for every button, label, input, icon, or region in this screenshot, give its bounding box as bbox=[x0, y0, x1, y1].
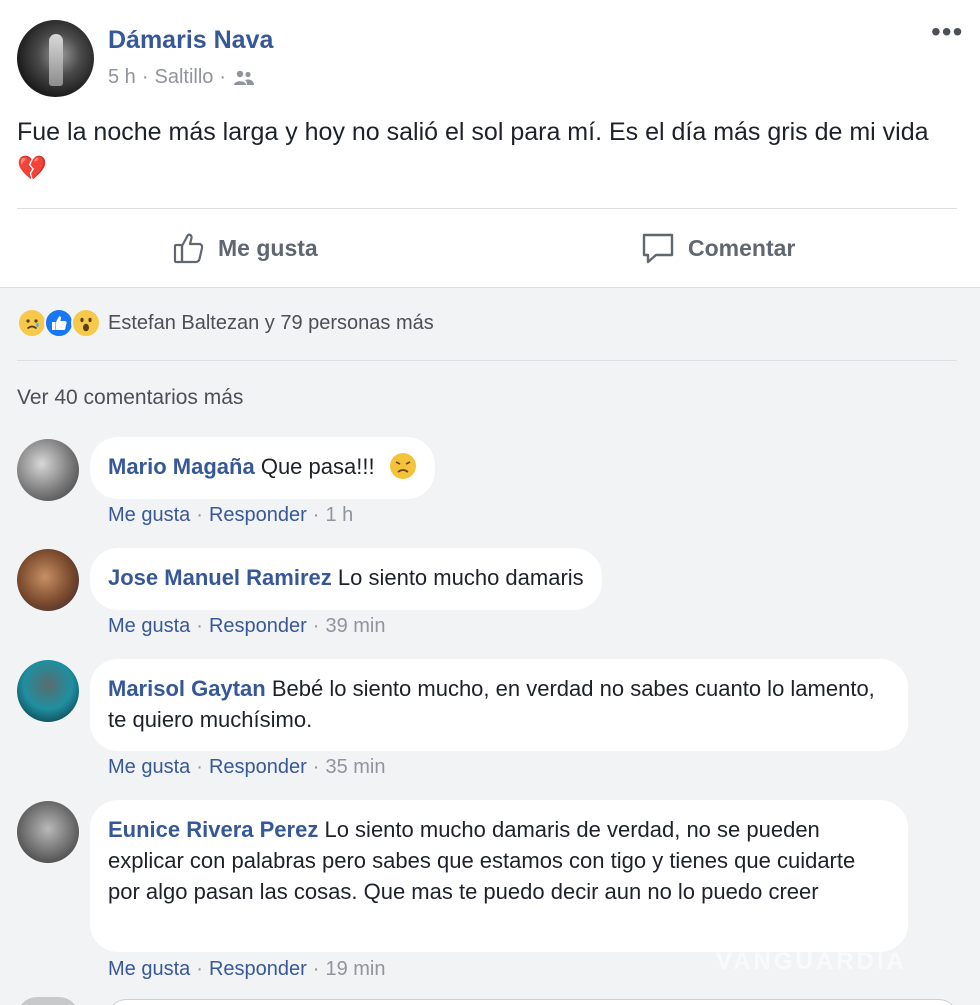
comment-reply-link[interactable]: Responder bbox=[209, 615, 307, 638]
separator: · bbox=[312, 958, 320, 980]
write-comment-input[interactable] bbox=[108, 999, 957, 1005]
separator: · bbox=[312, 756, 320, 778]
meta-separator: · bbox=[219, 66, 227, 88]
commenter-avatar[interactable] bbox=[17, 660, 79, 722]
post-author[interactable]: Dámaris Nava bbox=[108, 26, 273, 55]
separator: · bbox=[312, 615, 320, 637]
comment-reply-link[interactable]: Responder bbox=[209, 958, 307, 981]
comment-reply-link[interactable]: Responder bbox=[209, 756, 307, 779]
watermark: VANGUARDIA bbox=[716, 948, 907, 975]
post-time[interactable]: 5 h bbox=[108, 66, 136, 89]
wow-emoji-icon bbox=[71, 308, 101, 338]
reactions-summary[interactable]: Estefan Baltezan y 79 personas más bbox=[17, 308, 434, 338]
separator: · bbox=[196, 504, 203, 526]
comment-text: Que pasa!!! bbox=[260, 454, 375, 479]
like-emoji-icon bbox=[44, 308, 74, 338]
commenter-name[interactable]: Marisol Gaytan bbox=[108, 676, 266, 701]
commenter-avatar[interactable] bbox=[17, 439, 79, 501]
comment-like-link[interactable]: Me gusta bbox=[108, 504, 190, 527]
comment-label: Comentar bbox=[688, 234, 796, 261]
divider bbox=[17, 360, 957, 361]
author-avatar[interactable] bbox=[17, 20, 94, 97]
comment-like-link[interactable]: Me gusta bbox=[108, 615, 190, 638]
comment-button[interactable]: Comentar bbox=[640, 228, 795, 268]
commenter-avatar[interactable] bbox=[17, 549, 79, 611]
divider bbox=[17, 208, 957, 209]
comment-actions: Me gusta · Responder · 19 min bbox=[108, 958, 385, 981]
comment-bubble: Eunice Rivera Perez Lo siento mucho dama… bbox=[90, 800, 908, 952]
post-card: Dámaris Nava 5 h · Saltillo · ••• Fue la… bbox=[0, 0, 980, 288]
separator: · bbox=[196, 958, 203, 980]
like-button[interactable]: Me gusta bbox=[172, 228, 318, 268]
current-user-avatar bbox=[17, 997, 79, 1005]
commenter-name[interactable]: Eunice Rivera Perez bbox=[108, 817, 318, 842]
comment-time[interactable]: 35 min bbox=[325, 756, 385, 779]
comment-bubble: Mario Magaña Que pasa!!! bbox=[90, 437, 435, 499]
sad-face-emoji bbox=[389, 453, 416, 479]
post-location[interactable]: Saltillo bbox=[154, 66, 213, 89]
comment-time[interactable]: 19 min bbox=[325, 958, 385, 981]
comment-actions: Me gusta · Responder · 1 h bbox=[108, 504, 353, 527]
post-text: Fue la noche más larga y hoy no salió el… bbox=[17, 114, 957, 187]
like-label: Me gusta bbox=[218, 234, 318, 261]
reactions-label[interactable]: Estefan Baltezan y 79 personas más bbox=[108, 312, 434, 335]
friends-audience-icon[interactable] bbox=[232, 69, 256, 87]
write-comment-row bbox=[17, 995, 957, 1005]
separator: · bbox=[196, 615, 203, 637]
comment-like-link[interactable]: Me gusta bbox=[108, 756, 190, 779]
comment-time[interactable]: 1 h bbox=[325, 504, 353, 527]
sad-emoji-icon bbox=[17, 308, 47, 338]
post-text-body: Fue la noche más larga y hoy no salió el… bbox=[17, 118, 929, 146]
comment-bubble: Jose Manuel Ramirez Lo siento mucho dama… bbox=[90, 548, 602, 610]
broken-heart-emoji: 💔 bbox=[17, 155, 47, 182]
comment-text: Lo siento mucho damaris bbox=[337, 565, 584, 590]
comment-bubble: Marisol Gaytan Bebé lo siento mucho, en … bbox=[90, 659, 908, 751]
comment-actions: Me gusta · Responder · 39 min bbox=[108, 615, 385, 638]
view-more-comments-link[interactable]: Ver 40 comentarios más bbox=[17, 386, 243, 410]
comment-bubble-icon bbox=[642, 233, 674, 264]
more-options-icon[interactable]: ••• bbox=[931, 18, 963, 46]
thumbs-up-icon bbox=[173, 233, 204, 264]
comment-like-link[interactable]: Me gusta bbox=[108, 958, 190, 981]
separator: · bbox=[196, 756, 203, 778]
comment-reply-link[interactable]: Responder bbox=[209, 504, 307, 527]
commenter-name[interactable]: Mario Magaña bbox=[108, 454, 255, 479]
comment-time[interactable]: 39 min bbox=[325, 615, 385, 638]
separator: · bbox=[312, 504, 320, 526]
meta-separator: · bbox=[141, 66, 149, 88]
commenter-avatar[interactable] bbox=[17, 801, 79, 863]
comment-actions: Me gusta · Responder · 35 min bbox=[108, 756, 385, 779]
commenter-name[interactable]: Jose Manuel Ramirez bbox=[108, 565, 332, 590]
post-meta: 5 h · Saltillo · bbox=[108, 66, 256, 89]
